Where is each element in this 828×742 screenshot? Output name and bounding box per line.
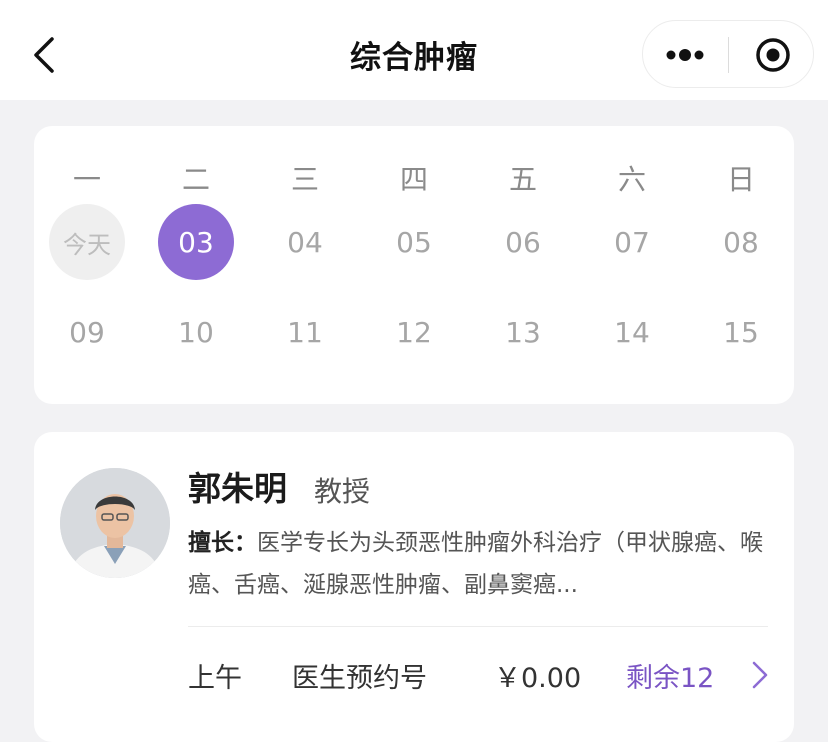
slot-price: ￥0.00 [494, 663, 582, 694]
divider [188, 626, 768, 627]
date-cell[interactable]: 07 [594, 204, 670, 280]
date-cell[interactable]: 04 [267, 204, 343, 280]
date-cell[interactable]: 09 [49, 294, 125, 370]
slot-remaining: 剩余12 [626, 663, 715, 694]
specialty-label: 擅长： [188, 530, 257, 556]
doctor-title: 教授 [314, 475, 371, 508]
chevron-right-icon [752, 661, 768, 689]
date-cell-today[interactable]: 今天 [49, 204, 125, 280]
doctor-name: 郭朱明 [188, 469, 287, 508]
weekday-label: 一 [72, 163, 101, 196]
date-cell[interactable]: 05 [376, 204, 452, 280]
doctor-photo-icon [60, 468, 170, 578]
weekday-label: 四 [399, 163, 428, 196]
more-button[interactable] [643, 21, 727, 89]
target-close-icon [756, 38, 790, 72]
navigation-bar: 综合肿瘤 [0, 0, 828, 100]
date-cell-selected[interactable]: 03 [158, 204, 234, 280]
date-cell[interactable]: 10 [158, 294, 234, 370]
date-cell[interactable]: 13 [485, 294, 561, 370]
weekday-label: 六 [617, 163, 646, 196]
miniprogram-capsule [642, 20, 814, 88]
slot-period: 上午 [188, 663, 242, 694]
weekday-label: 三 [290, 163, 319, 196]
date-cell[interactable]: 11 [267, 294, 343, 370]
doctor-card[interactable]: 郭朱明 教授 擅长：医学专长为头颈恶性肿瘤外科治疗（甲状腺癌、喉癌、舌癌、涎腺恶… [34, 432, 794, 742]
appointment-slot[interactable]: 上午 医生预约号 ￥0.00 剩余12 [188, 652, 768, 696]
date-cell[interactable]: 12 [376, 294, 452, 370]
calendar-card: 一 二 三 四 五 六 日 今天 03 04 05 06 07 08 09 10… [34, 126, 794, 404]
doctor-specialty: 擅长：医学专长为头颈恶性肿瘤外科治疗（甲状腺癌、喉癌、舌癌、涎腺恶性肿瘤、副鼻窦… [188, 522, 768, 606]
weekday-label: 日 [726, 163, 755, 196]
weekday-label: 二 [181, 163, 210, 196]
slot-type: 医生预约号 [292, 663, 427, 694]
capsule-divider [728, 37, 729, 73]
specialty-text: 医学专长为头颈恶性肿瘤外科治疗（甲状腺癌、喉癌、舌癌、涎腺恶性肿瘤、副鼻窦癌..… [188, 530, 763, 598]
date-cell[interactable]: 15 [703, 294, 779, 370]
weekday-label: 五 [508, 163, 537, 196]
close-button[interactable] [731, 21, 815, 89]
doctor-avatar [60, 468, 170, 578]
more-dots-icon [666, 49, 704, 61]
date-cell[interactable]: 14 [594, 294, 670, 370]
date-cell[interactable]: 06 [485, 204, 561, 280]
date-cell[interactable]: 08 [703, 204, 779, 280]
